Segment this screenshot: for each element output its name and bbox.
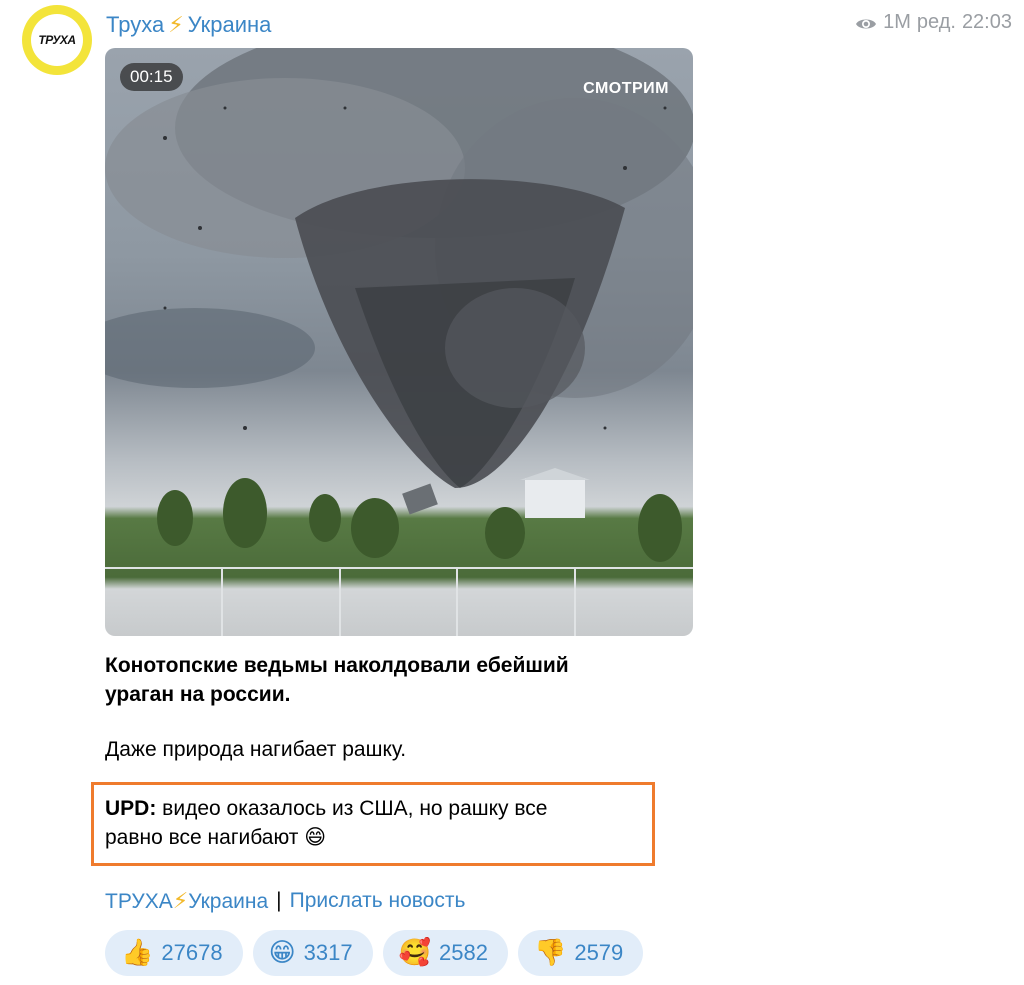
channel-link-text: Украина — [188, 890, 269, 913]
channel-name-suffix: Украина — [187, 12, 272, 37]
reactions-bar: 👍 27678 😁 3317 🥰 2582 👎 2579 — [105, 930, 644, 976]
post-title-line: Конотопские ведьмы наколдовали ебейший — [105, 654, 569, 677]
smiling-hearts-icon: 🥰 — [398, 938, 431, 968]
reaction-count: 27678 — [161, 940, 223, 965]
tornado-video-frame — [105, 48, 693, 636]
link-separator: | — [276, 889, 282, 912]
reaction-grin[interactable]: 😁 3317 — [252, 930, 373, 976]
reaction-count: 2582 — [439, 940, 488, 965]
reaction-count: 3317 — [303, 940, 353, 965]
post-title-line: ураган на россии. — [105, 683, 291, 706]
channel-avatar[interactable]: ТРУХА — [22, 5, 92, 75]
channel-link-text: ТРУХА — [105, 890, 173, 913]
edited-label: ред. — [916, 11, 956, 33]
lightning-icon: ⚡ — [172, 888, 189, 913]
update-text-line: видео оказалось из США, но рашку все — [156, 797, 548, 820]
post-body: Даже природа нагибает рашку. — [105, 738, 407, 761]
grin-icon: 😁 — [268, 938, 296, 968]
channel-name-link[interactable]: Труха ⚡ Украина — [106, 12, 271, 38]
footer-links: ТРУХА⚡Украина | Прислать новость — [105, 888, 465, 914]
submit-news-link[interactable]: Прислать новость — [290, 889, 466, 913]
channel-link[interactable]: ТРУХА⚡Украина — [105, 888, 268, 914]
views-count: 1M — [883, 11, 911, 33]
post-update: UPD: видео оказалось из США, но рашку вс… — [105, 794, 650, 852]
reaction-count: 2579 — [574, 940, 624, 965]
update-text-line: равно все нагибают — [105, 826, 299, 849]
post-time: 22:03 — [961, 11, 1012, 33]
reaction-thumbs-down[interactable]: 👎 2579 — [517, 930, 644, 976]
post-title: Конотопские ведьмы наколдовали ебейший у… — [105, 651, 695, 709]
lightning-icon: ⚡ — [168, 12, 184, 37]
post-meta: 1M ред. 22:03 — [855, 11, 1012, 34]
eye-icon — [855, 15, 877, 31]
channel-name-text: Труха — [106, 12, 165, 37]
video-duration-badge: 00:15 — [120, 63, 183, 91]
reaction-thumbs-up[interactable]: 👍 27678 — [105, 930, 243, 976]
thumbs-down-icon: 👎 — [533, 938, 567, 968]
update-label: UPD: — [105, 797, 157, 820]
grin-emoji-icon: 😄 — [304, 826, 327, 849]
avatar-logo-text: ТРУХА — [31, 14, 83, 66]
video-watermark: СМОТРИМ — [583, 80, 669, 97]
video-player[interactable]: 00:15 СМОТРИМ — [105, 48, 693, 636]
thumbs-up-icon: 👍 — [121, 938, 154, 968]
reaction-smiling-hearts[interactable]: 🥰 2582 — [382, 930, 508, 976]
